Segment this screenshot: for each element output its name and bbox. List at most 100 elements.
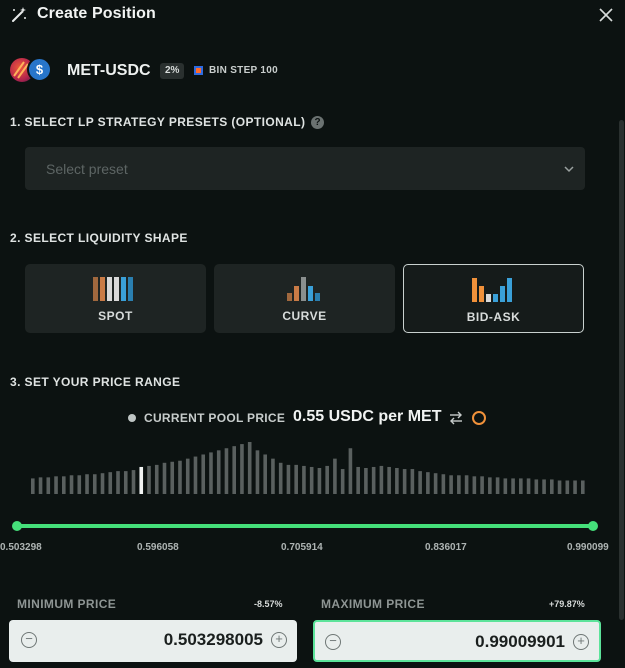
- shape-section-label: 2. SELECT LIQUIDITY SHAPE: [10, 231, 188, 245]
- shape-label-spot: SPOT: [98, 309, 133, 323]
- histogram-bar: [565, 480, 570, 494]
- histogram-bar: [441, 474, 446, 494]
- histogram-bar: [387, 466, 391, 494]
- histogram-bar: [154, 464, 159, 494]
- header: Create Position: [0, 0, 625, 30]
- histogram-bar: [31, 478, 35, 494]
- min-price-change: -8.57%: [254, 599, 283, 609]
- bin-step-label: BIN STEP 100: [209, 65, 279, 76]
- histogram-bar: [472, 476, 477, 494]
- pair-row: $ MET-USDC 2% BIN STEP 100: [0, 56, 625, 86]
- histogram-bar: [263, 454, 267, 494]
- histogram-bar: [185, 458, 190, 494]
- histogram-bar: [395, 468, 399, 494]
- histogram-bar: [247, 442, 252, 494]
- histogram-bar: [340, 469, 345, 494]
- refresh-ring-icon[interactable]: [472, 411, 486, 425]
- max-price-increment-button[interactable]: +: [573, 634, 589, 650]
- current-price-dot: [128, 414, 136, 422]
- histogram-bar: [85, 474, 89, 494]
- histogram-bar: [77, 475, 82, 494]
- max-price-label: MAXIMUM PRICE: [321, 597, 425, 611]
- histogram-bar: [325, 465, 329, 494]
- bin-step-icon: [194, 66, 203, 75]
- scrollbar[interactable]: [619, 120, 624, 620]
- shape-label-bid-ask: BID-ASK: [466, 310, 521, 324]
- histogram-bar: [232, 446, 237, 494]
- min-price-increment-button[interactable]: +: [271, 632, 287, 648]
- histogram-bar: [379, 465, 384, 494]
- histogram-bar: [162, 462, 167, 494]
- shape-card-spot[interactable]: SPOT: [25, 264, 206, 333]
- chevron-down-icon[interactable]: [563, 164, 575, 174]
- curve-shape-icon: [286, 277, 320, 301]
- current-price-label: CURRENT POOL PRICE: [144, 411, 286, 425]
- histogram-bar: [410, 469, 415, 494]
- tick-label: 0.990099: [567, 542, 609, 553]
- histogram-bar: [123, 471, 128, 494]
- close-icon[interactable]: [597, 6, 615, 24]
- histogram-bar: [371, 466, 376, 494]
- preset-placeholder: Select preset: [46, 161, 128, 177]
- histogram-bar: [178, 460, 182, 494]
- histogram-bar: [46, 477, 51, 494]
- max-price-handle[interactable]: [588, 521, 598, 531]
- pair-name: MET-USDC: [67, 62, 151, 79]
- histogram-bar: [480, 476, 484, 494]
- tick-label: 0.596058: [137, 542, 179, 553]
- histogram-bar: [116, 471, 120, 494]
- histogram-bar: [573, 480, 577, 494]
- histogram-bar: [271, 458, 275, 494]
- histogram-bar: [356, 466, 360, 494]
- preset-select[interactable]: Select preset: [25, 147, 585, 190]
- tick-label: 0.503298: [0, 542, 42, 553]
- tick-label: 0.705914: [281, 542, 323, 553]
- page-title: Create Position: [37, 5, 156, 22]
- histogram-bar: [147, 465, 151, 494]
- liquidity-histogram: [31, 442, 585, 494]
- shape-label-curve: CURVE: [282, 309, 327, 323]
- histogram-bar: [426, 472, 430, 494]
- tick-label: 0.836017: [425, 542, 467, 553]
- histogram-bar: [464, 475, 469, 494]
- histogram-bar: [488, 477, 492, 494]
- histogram-bar: [240, 444, 244, 494]
- histogram-bar: [526, 478, 531, 494]
- max-price-decrement-button[interactable]: −: [325, 634, 341, 650]
- min-price-handle[interactable]: [12, 521, 22, 531]
- range-section-label: 3. SET YOUR PRICE RANGE: [10, 375, 181, 389]
- histogram-bar: [302, 465, 306, 494]
- histogram-bar: [209, 452, 213, 494]
- max-price-field: − +: [313, 620, 601, 662]
- histogram-bar: [402, 469, 407, 494]
- shape-card-curve[interactable]: CURVE: [214, 264, 395, 333]
- spot-shape-icon: [92, 277, 133, 301]
- swap-arrows-icon[interactable]: [448, 411, 464, 425]
- help-icon[interactable]: ?: [311, 116, 324, 129]
- histogram-bar: [61, 476, 66, 494]
- histogram-bar: [286, 464, 291, 494]
- histogram-bar: [201, 454, 206, 494]
- max-price-change: +79.87%: [549, 599, 585, 609]
- histogram-bar: [449, 475, 453, 494]
- bid-ask-shape-icon: [471, 278, 512, 302]
- histogram-bar: [333, 458, 337, 494]
- histogram-bar: [581, 480, 585, 494]
- histogram-bar: [309, 466, 314, 494]
- histogram-bar: [255, 450, 260, 494]
- histogram-bar: [534, 479, 539, 494]
- histogram-bar: [364, 468, 368, 494]
- histogram-bar: [317, 468, 322, 494]
- histogram-bar: [503, 478, 508, 494]
- histogram-bar: [348, 448, 353, 494]
- current-price-value: 0.55 USDC per MET: [293, 408, 442, 425]
- histogram-bar: [495, 477, 500, 494]
- histogram-bar: [216, 450, 221, 494]
- min-price-input[interactable]: [63, 630, 263, 650]
- max-price-input[interactable]: [365, 632, 565, 652]
- histogram-bar: [457, 475, 461, 494]
- shape-card-bid-ask[interactable]: BID-ASK: [403, 264, 584, 333]
- min-price-label: MINIMUM PRICE: [17, 597, 117, 611]
- price-range-track[interactable]: [17, 524, 593, 528]
- min-price-decrement-button[interactable]: −: [21, 632, 37, 648]
